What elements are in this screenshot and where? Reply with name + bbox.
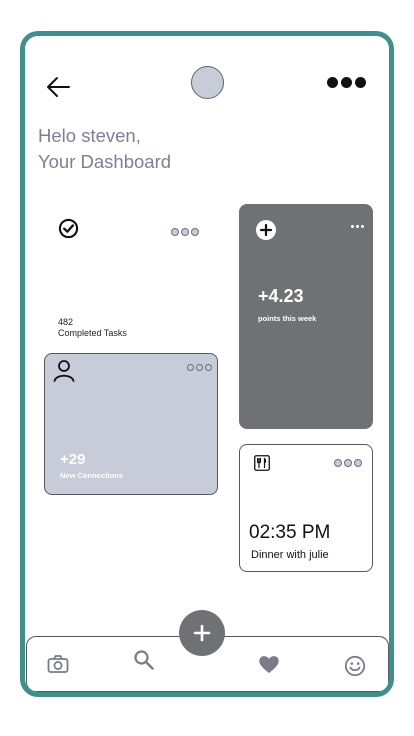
more-dot bbox=[356, 225, 359, 228]
phone-frame: Helo steven, Your Dashboard 482 Complete… bbox=[20, 31, 394, 697]
points-card[interactable]: +4.23 points this week bbox=[239, 204, 373, 429]
more-dot bbox=[334, 459, 342, 467]
more-dot bbox=[341, 77, 352, 88]
more-dot bbox=[187, 364, 194, 371]
more-dot bbox=[191, 228, 199, 236]
tasks-count: 482 bbox=[58, 317, 74, 327]
points-label: points this week bbox=[258, 314, 317, 323]
more-dot bbox=[361, 225, 364, 228]
greeting-line-1: Helo steven, bbox=[38, 125, 141, 146]
page-title: Your Dashboard bbox=[38, 151, 172, 172]
points-value: +4.23 bbox=[258, 286, 304, 306]
connections-value: +29 bbox=[60, 451, 86, 468]
nav-search[interactable] bbox=[131, 647, 157, 673]
more-dot bbox=[171, 228, 179, 236]
more-options-button[interactable] bbox=[327, 77, 366, 88]
person-icon bbox=[53, 360, 75, 382]
check-circle-icon bbox=[58, 218, 79, 239]
tasks-label: Completed Tasks bbox=[58, 328, 127, 338]
heart-icon bbox=[259, 656, 279, 673]
back-button[interactable] bbox=[43, 72, 73, 102]
more-dot bbox=[196, 364, 203, 371]
arrow-left-icon bbox=[47, 77, 70, 97]
tasks-card[interactable]: 482 Completed Tasks bbox=[46, 208, 216, 348]
points-more-button[interactable] bbox=[351, 225, 364, 228]
more-dot bbox=[344, 459, 352, 467]
fork-knife-icon bbox=[254, 455, 270, 471]
connections-card[interactable]: +29 New Connections bbox=[44, 353, 218, 495]
plus-icon bbox=[193, 624, 211, 642]
event-more-button[interactable] bbox=[334, 459, 362, 467]
plus-icon bbox=[259, 223, 273, 237]
more-dot bbox=[327, 77, 338, 88]
connections-more-button[interactable] bbox=[187, 364, 212, 371]
more-dot bbox=[205, 364, 212, 371]
event-card[interactable]: 02:35 PM Dinner with julie bbox=[239, 444, 373, 572]
avatar[interactable] bbox=[191, 66, 224, 99]
nav-camera[interactable] bbox=[45, 651, 71, 677]
smiley-icon bbox=[344, 655, 366, 677]
more-dot bbox=[181, 228, 189, 236]
connections-label: New Connections bbox=[60, 471, 123, 480]
nav-favorites[interactable] bbox=[256, 651, 282, 677]
more-dot bbox=[355, 77, 366, 88]
event-title: Dinner with julie bbox=[251, 549, 329, 561]
more-dot bbox=[354, 459, 362, 467]
plus-circle-icon[interactable] bbox=[256, 220, 276, 240]
search-icon bbox=[134, 650, 154, 670]
event-time: 02:35 PM bbox=[249, 522, 331, 543]
nav-profile[interactable] bbox=[342, 653, 368, 679]
add-button[interactable] bbox=[179, 610, 225, 656]
camera-icon bbox=[47, 655, 69, 673]
more-dot bbox=[351, 225, 354, 228]
tasks-more-button[interactable] bbox=[171, 228, 199, 236]
greeting: Helo steven, Your Dashboard bbox=[38, 123, 171, 175]
